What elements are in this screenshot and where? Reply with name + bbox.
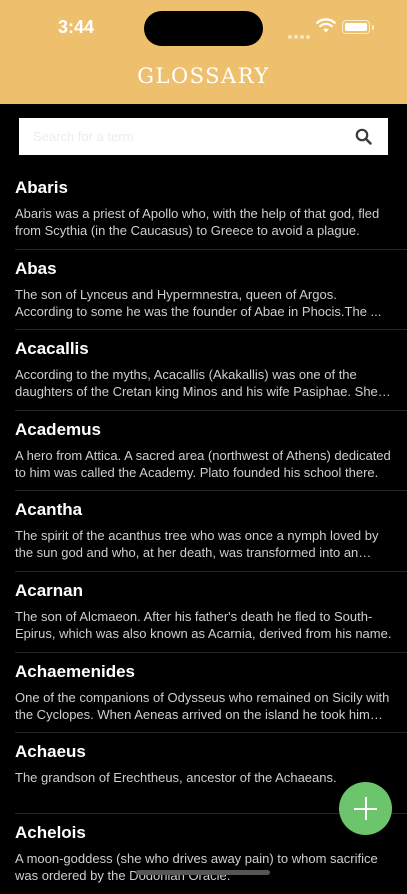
home-indicator[interactable]	[136, 870, 270, 875]
wifi-icon	[316, 18, 336, 33]
list-item[interactable]: Academus A hero from Attica. A sacred ar…	[0, 411, 407, 492]
add-term-button[interactable]	[339, 782, 392, 835]
term-name: Acacallis	[15, 339, 89, 359]
cellular-signal-icon	[288, 26, 312, 44]
term-name: Achaemenides	[15, 661, 135, 681]
search-bar[interactable]	[19, 118, 388, 155]
list-item[interactable]: Acarnan The son of Alcmaeon. After his f…	[0, 572, 407, 653]
term-description: A hero from Attica. A sacred area (north…	[15, 447, 391, 480]
term-description: According to the myths, Acacallis (Akaka…	[15, 367, 378, 400]
term-description: A moon-goddess (she who drives away pain…	[15, 850, 378, 883]
battery-icon	[342, 20, 374, 34]
status-icons	[288, 18, 378, 39]
term-description: The son of Alcmaeon. After his father's …	[15, 608, 392, 641]
app-header: 3:44 GLOSSARY	[0, 0, 407, 104]
term-description: Abaris was a priest of Apollo who, with …	[15, 206, 380, 238]
page-title: GLOSSARY	[137, 64, 270, 88]
list-item[interactable]: Acantha The spirit of the acanthus tree …	[0, 491, 407, 572]
glossary-list: Abaris Abaris was a priest of Apollo who…	[0, 169, 407, 894]
list-item[interactable]: Achaemenides One of the companions of Od…	[0, 653, 407, 734]
term-name: Acarnan	[15, 580, 84, 600]
list-item[interactable]: Acacallis According to the myths, Acacal…	[0, 330, 407, 411]
term-name: Acantha	[15, 500, 83, 520]
term-description: The son of Lynceus and Hypermnestra, que…	[15, 286, 382, 319]
term-description: The spirit of the acanthus tree who was …	[15, 528, 379, 561]
dynamic-island	[144, 11, 263, 46]
term-name: Academus	[15, 419, 101, 439]
term-name: Achaeus	[15, 742, 86, 762]
list-item[interactable]: Abas The son of Lynceus and Hypermnestra…	[0, 250, 407, 331]
term-description: One of the companions of Odysseus who re…	[15, 689, 390, 722]
list-item[interactable]: Abaris Abaris was a priest of Apollo who…	[0, 169, 407, 250]
status-time: 3:44	[58, 17, 95, 37]
term-name: Abas	[15, 258, 57, 278]
term-name: Abaris	[15, 178, 68, 197]
search-input[interactable]	[33, 118, 343, 155]
term-description: The grandson of Erechtheus, ancestor of …	[15, 770, 337, 786]
search-icon[interactable]	[355, 128, 372, 145]
term-name: Achelois	[15, 822, 86, 842]
